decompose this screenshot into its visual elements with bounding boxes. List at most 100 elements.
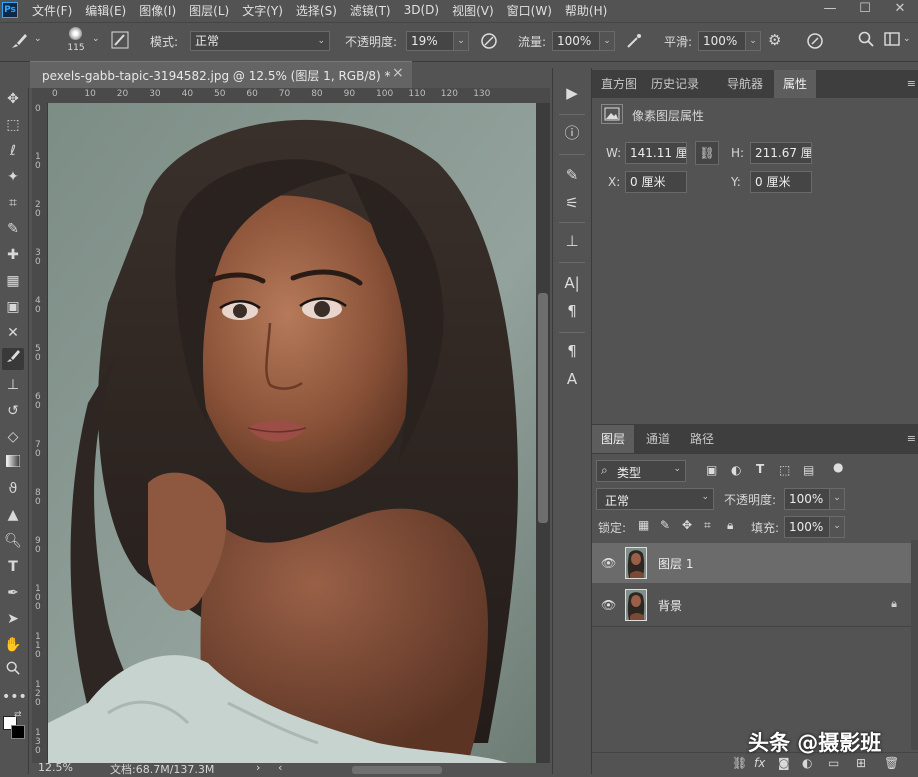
marquee-tool-icon[interactable]: ⬚ bbox=[2, 114, 24, 136]
workspace-icon[interactable] bbox=[884, 32, 900, 50]
close-window-button[interactable]: ✕ bbox=[885, 0, 915, 20]
smudge-tool-icon[interactable]: ϑ bbox=[2, 478, 24, 500]
tab-properties[interactable]: 属性 bbox=[774, 70, 817, 98]
magic-wand-icon[interactable]: ✦ bbox=[2, 166, 24, 188]
menu-view[interactable]: 视图(V) bbox=[452, 2, 494, 19]
filter-shape-icon[interactable]: ⬚ bbox=[779, 463, 790, 477]
tab-paths[interactable]: 路径 bbox=[681, 425, 723, 453]
layer-row[interactable]: 👁︎ 背景 🔒︎ bbox=[592, 585, 911, 625]
adjustments-icon[interactable]: ⚟ bbox=[561, 192, 583, 214]
move-tool-icon[interactable]: ✥ bbox=[2, 88, 24, 110]
character-icon[interactable]: A| bbox=[561, 272, 583, 294]
lock-icon[interactable]: 🔒︎ bbox=[891, 597, 897, 611]
link-dimensions-icon[interactable]: ⛓ bbox=[695, 141, 719, 165]
path-selection-icon[interactable]: ➤ bbox=[2, 608, 24, 630]
horizontal-scrollbar-thumb[interactable] bbox=[352, 766, 442, 774]
panel-menu-icon[interactable]: ≡ bbox=[907, 432, 916, 445]
play-actions-icon[interactable]: ▶ bbox=[561, 82, 583, 104]
menu-help[interactable]: 帮助(H) bbox=[565, 2, 607, 19]
x-input[interactable]: 0 厘米 bbox=[625, 171, 687, 193]
menu-file[interactable]: 文件(F) bbox=[32, 2, 72, 19]
menu-image[interactable]: 图像(I) bbox=[139, 2, 176, 19]
mode-select[interactable]: 正常 ⌄ bbox=[190, 31, 330, 51]
filter-toggle-icon[interactable]: ● bbox=[833, 460, 843, 474]
blend-mode-select[interactable]: 正常 ⌄ bbox=[596, 488, 714, 510]
smoothing-dropdown-icon[interactable]: ⌄ bbox=[745, 31, 761, 51]
document-tab[interactable]: pexels-gabb-tapic-3194582.jpg @ 12.5% (图… bbox=[30, 61, 412, 88]
fill-dropdown-icon[interactable]: ⌄ bbox=[829, 516, 845, 538]
more-tools-icon[interactable]: ••• bbox=[2, 686, 27, 708]
swap-colors-icon[interactable]: ⇄ bbox=[14, 710, 22, 720]
paragraph-styles-icon[interactable]: ¶ bbox=[561, 340, 583, 362]
spot-healing-icon[interactable]: ✚ bbox=[2, 244, 24, 266]
menu-select[interactable]: 选择(S) bbox=[296, 2, 337, 19]
clone-stamp-icon[interactable]: ⊥ bbox=[2, 374, 24, 396]
layer-opacity-dropdown-icon[interactable]: ⌄ bbox=[829, 488, 845, 510]
workspace-dropdown-icon[interactable]: ⌄ bbox=[903, 34, 911, 44]
character-styles-icon[interactable]: A bbox=[561, 368, 583, 390]
fx-icon[interactable]: fx bbox=[754, 756, 765, 770]
gradient-tool-icon[interactable] bbox=[2, 452, 24, 474]
visibility-eye-icon[interactable]: 👁︎ bbox=[601, 556, 616, 570]
brush-preset-dropdown-icon[interactable]: ⌄ bbox=[92, 34, 100, 44]
new-layer-icon[interactable]: ⊞ bbox=[856, 756, 866, 770]
background-color-swatch[interactable] bbox=[11, 725, 25, 739]
flow-dropdown-icon[interactable]: ⌄ bbox=[599, 31, 615, 51]
minimize-button[interactable]: — bbox=[815, 0, 845, 20]
zoom-tool-icon[interactable] bbox=[2, 660, 24, 682]
search-icon[interactable] bbox=[858, 31, 874, 51]
content-aware-move-icon[interactable]: ✕ bbox=[2, 322, 24, 344]
smoothing-input[interactable]: 100% bbox=[698, 31, 746, 51]
layer-row[interactable]: 👁︎ 图层 1 bbox=[592, 543, 911, 583]
maximize-button[interactable]: ☐ bbox=[850, 0, 880, 20]
layer-filter-select[interactable]: ⌕ 类型 ⌄ bbox=[596, 460, 686, 482]
tab-layers[interactable]: 图层 bbox=[592, 425, 635, 453]
clone-source-icon[interactable]: ⊥ bbox=[561, 230, 583, 252]
gear-icon[interactable]: ⚙ bbox=[768, 31, 781, 49]
filter-pixel-icon[interactable]: ▣ bbox=[706, 463, 717, 477]
crop-tool-icon[interactable]: ⌗ bbox=[2, 192, 24, 214]
flow-input[interactable]: 100% bbox=[552, 31, 600, 51]
dodge-tool-icon[interactable]: 🔍︎ bbox=[2, 530, 24, 552]
menu-filter[interactable]: 滤镜(T) bbox=[350, 2, 391, 19]
brush-settings-icon[interactable] bbox=[111, 31, 129, 53]
lock-transparent-icon[interactable]: ▦ bbox=[638, 518, 649, 532]
status-menu-arrow-icon[interactable]: › bbox=[256, 761, 260, 774]
pressure-size-icon[interactable] bbox=[806, 32, 824, 54]
lock-position-icon[interactable]: ✥ bbox=[682, 518, 692, 532]
info-icon[interactable]: ⓘ bbox=[561, 122, 583, 144]
new-group-icon[interactable]: ▭ bbox=[828, 756, 839, 770]
scrollbar-thumb[interactable] bbox=[538, 293, 548, 523]
history-brush-icon[interactable]: ↺ bbox=[2, 400, 24, 422]
brush-tool-icon[interactable] bbox=[10, 32, 30, 54]
menu-edit[interactable]: 编辑(E) bbox=[85, 2, 126, 19]
link-layers-icon[interactable]: ⛓ bbox=[732, 756, 747, 770]
panel-menu-icon[interactable]: ≡ bbox=[907, 77, 916, 90]
menu-3d[interactable]: 3D(D) bbox=[404, 3, 439, 17]
brush-settings-icon[interactable]: ✎ bbox=[561, 164, 583, 186]
patch-tool-icon[interactable]: ▣ bbox=[2, 296, 24, 318]
layer-name[interactable]: 图层 1 bbox=[658, 555, 693, 572]
airbrush-icon[interactable] bbox=[625, 32, 643, 54]
layers-scrollbar[interactable] bbox=[911, 540, 918, 750]
adjustment-layer-icon[interactable]: ◐ bbox=[802, 756, 812, 770]
filter-smart-object-icon[interactable]: ▤ bbox=[803, 463, 814, 477]
hand-tool-icon[interactable]: ✋ bbox=[2, 634, 24, 656]
canvas-vertical-scrollbar[interactable] bbox=[536, 103, 550, 763]
pressure-opacity-icon[interactable] bbox=[480, 32, 498, 54]
lock-all-icon[interactable]: 🔒︎ bbox=[727, 518, 733, 533]
layer-opacity-input[interactable]: 100% bbox=[784, 488, 830, 510]
eyedropper-icon[interactable]: ✎ bbox=[2, 218, 24, 240]
lock-image-icon[interactable]: ✎ bbox=[660, 518, 670, 532]
menu-window[interactable]: 窗口(W) bbox=[507, 2, 552, 19]
tab-histogram[interactable]: 直方图 bbox=[592, 70, 646, 98]
type-tool-icon[interactable]: T bbox=[2, 556, 24, 578]
close-document-icon[interactable]: × bbox=[392, 65, 404, 81]
visibility-eye-icon[interactable]: 👁︎ bbox=[601, 598, 616, 612]
paragraph-icon[interactable]: ¶ bbox=[561, 300, 583, 322]
menu-type[interactable]: 文字(Y) bbox=[242, 2, 283, 19]
scroll-left-icon[interactable]: ‹ bbox=[278, 761, 282, 774]
y-input[interactable]: 0 厘米 bbox=[750, 171, 812, 193]
lasso-tool-icon[interactable]: ℓ bbox=[2, 140, 24, 162]
filter-adjustment-icon[interactable]: ◐ bbox=[731, 463, 741, 477]
